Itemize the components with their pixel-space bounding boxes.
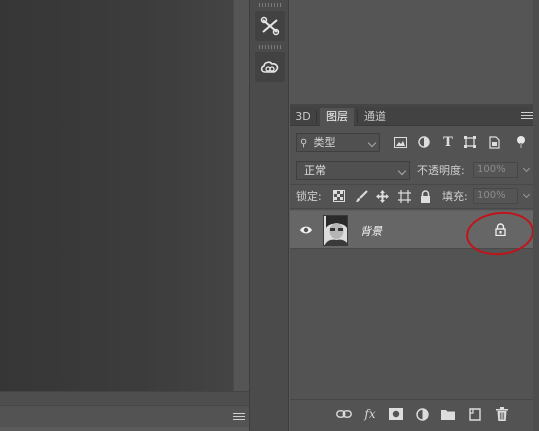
canvas-scrollbar-vertical[interactable] xyxy=(233,0,249,391)
opacity-chevron-icon[interactable] xyxy=(522,164,531,173)
layers-panel-footer: fx xyxy=(290,399,539,427)
layer-filter-kind-select[interactable]: ⚲ 类型 xyxy=(296,133,380,152)
strip-grip[interactable] xyxy=(259,3,281,7)
adjustment-filter-icon[interactable] xyxy=(417,135,431,149)
panel-divider xyxy=(290,184,539,185)
layers-panel: 3D 图层 通道 ⚲ 类型 T 正常 不透明度: 100% 锁定: 填充: 10… xyxy=(290,107,539,431)
layers-panel-menu-icon[interactable] xyxy=(521,112,533,121)
lock-transparent-pixels-icon[interactable] xyxy=(332,189,346,203)
canvas-status-bar xyxy=(0,405,249,427)
type-filter-icon[interactable]: T xyxy=(441,135,455,150)
canvas-scrollbar-horizontal[interactable] xyxy=(0,391,249,405)
lock-all-icon[interactable] xyxy=(418,189,432,203)
lock-image-pixels-brush-icon[interactable] xyxy=(354,189,368,203)
search-icon: ⚲ xyxy=(300,138,308,149)
group-folder-icon[interactable] xyxy=(440,406,456,422)
new-layer-icon[interactable] xyxy=(467,406,483,422)
window-right-edge xyxy=(533,0,539,431)
empty-dock-area xyxy=(290,0,539,106)
tab-divider xyxy=(357,110,358,123)
creative-cloud-icon xyxy=(260,61,279,73)
adjustment-layer-icon[interactable] xyxy=(414,406,430,422)
panel-divider xyxy=(290,208,539,209)
fill-input[interactable]: 100% xyxy=(473,188,518,204)
collapsed-panel-strip xyxy=(249,0,289,431)
smart-object-filter-icon[interactable] xyxy=(487,135,501,149)
document-canvas[interactable] xyxy=(0,0,233,391)
fx-icon[interactable]: fx xyxy=(362,406,378,422)
panel-tab-bar: 3D 图层 通道 xyxy=(290,107,539,126)
chevron-down-icon xyxy=(367,138,377,148)
tools-preset-button[interactable] xyxy=(255,11,285,41)
blend-mode-value: 正常 xyxy=(304,164,326,177)
tab-divider xyxy=(316,110,317,123)
lock-position-move-icon[interactable] xyxy=(375,189,389,203)
layer-thumbnail xyxy=(323,215,348,246)
fill-label: 填充: xyxy=(442,190,468,203)
lock-label: 锁定: xyxy=(296,190,322,203)
image-filter-icon[interactable] xyxy=(393,135,407,149)
chevron-down-icon xyxy=(397,166,407,176)
visibility-eye-icon[interactable] xyxy=(299,225,313,235)
add-mask-icon[interactable] xyxy=(388,406,404,422)
filter-kind-label: 类型 xyxy=(313,136,336,149)
portrait-thumbnail-image xyxy=(324,216,347,245)
delete-trash-icon[interactable] xyxy=(494,406,510,422)
filter-toggle-icon[interactable] xyxy=(514,135,528,149)
tab-3d[interactable]: 3D xyxy=(292,108,314,126)
lock-artboard-icon[interactable] xyxy=(397,189,411,203)
link-layers-icon[interactable] xyxy=(336,406,352,422)
layer-name[interactable]: 背景 xyxy=(360,223,382,239)
creative-cloud-libraries-button[interactable] xyxy=(255,52,285,82)
tab-channels[interactable]: 通道 xyxy=(360,108,390,126)
opacity-label: 不透明度: xyxy=(417,164,465,177)
strip-grip-2[interactable] xyxy=(259,45,281,49)
fill-chevron-icon[interactable] xyxy=(522,190,531,199)
shape-filter-icon[interactable] xyxy=(463,135,477,149)
tab-layers[interactable]: 图层 xyxy=(320,108,354,126)
scissors-tools-icon xyxy=(260,16,280,36)
blend-mode-select[interactable]: 正常 xyxy=(296,161,410,180)
panel-menu-icon[interactable] xyxy=(233,413,245,422)
opacity-input[interactable]: 100% xyxy=(473,162,518,178)
